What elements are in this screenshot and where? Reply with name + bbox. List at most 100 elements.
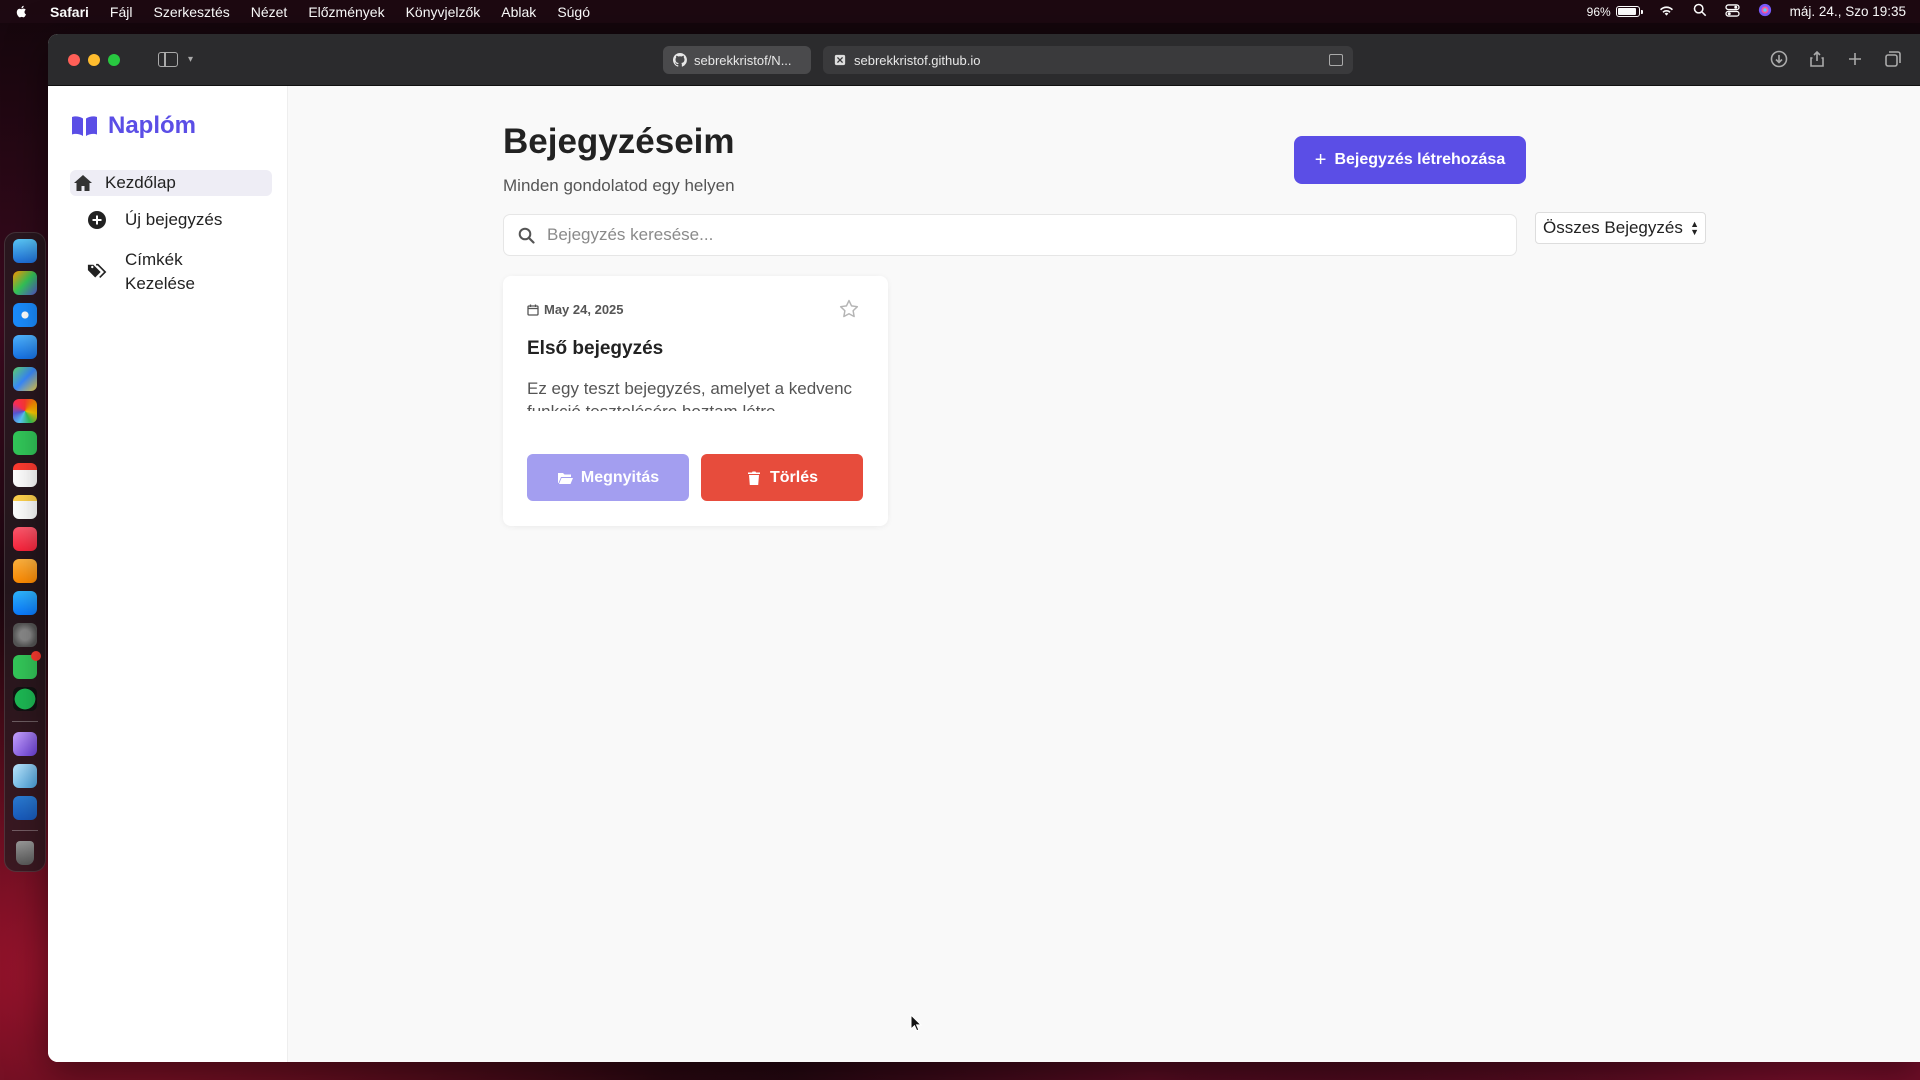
brand-logo[interactable]: Naplóm — [71, 112, 287, 140]
pages-icon[interactable] — [13, 559, 37, 583]
music-icon[interactable] — [13, 527, 37, 551]
app-sidebar: Naplóm Kezdőlap Új bejegyzés Címkék Keze… — [48, 86, 288, 1062]
menu-view[interactable]: Nézet — [251, 4, 288, 20]
browser-toolbar: ▾ sebrekkristof/N... sebrekkristof.githu… — [48, 34, 1920, 86]
search-icon — [518, 227, 535, 244]
brand-name: Naplóm — [108, 112, 197, 139]
create-entry-label: Bejegyzés létrehozása — [1334, 151, 1506, 168]
search-bar — [503, 214, 1517, 256]
filter-selected-value: Összes Bejegyzés — [1543, 218, 1683, 237]
entry-date: May 24, 2025 — [527, 302, 624, 317]
create-entry-button[interactable]: + Bejegyzés létrehozása — [1294, 136, 1526, 184]
web-content: Naplóm Kezdőlap Új bejegyzés Címkék Keze… — [48, 86, 1920, 1062]
home-icon — [74, 175, 92, 191]
main-content: Bejegyzéseim Minden gondolatod egy helye… — [288, 86, 1920, 1062]
battery-status[interactable]: 96% — [1586, 4, 1643, 19]
sidebar-item-home[interactable]: Kezdőlap — [70, 170, 272, 196]
dock-separator — [12, 830, 38, 831]
tab-active-site[interactable]: sebrekkristof.github.io — [823, 46, 1353, 74]
calendar-icon[interactable] — [13, 463, 37, 487]
toolbar-actions — [1770, 50, 1902, 68]
close-window-button[interactable] — [68, 53, 80, 66]
downloads-icon[interactable] — [1770, 50, 1788, 68]
menubar-clock[interactable]: máj. 24., Szo 19:35 — [1790, 4, 1906, 19]
menu-window[interactable]: Ablak — [501, 4, 536, 20]
preview-icon[interactable] — [13, 764, 37, 788]
visual-studio-icon[interactable] — [13, 732, 37, 756]
open-entry-button[interactable]: Megnyitás — [527, 454, 689, 501]
battery-percent: 96% — [1586, 4, 1611, 19]
window-controls — [68, 53, 120, 66]
minimize-window-button[interactable] — [88, 53, 100, 66]
photos-icon[interactable] — [13, 399, 37, 423]
favorite-star-icon[interactable] — [838, 298, 860, 320]
chevron-down-icon[interactable]: ▾ — [188, 54, 193, 65]
book-open-icon — [72, 116, 97, 136]
facetime-icon[interactable] — [13, 431, 37, 455]
battery-icon — [1615, 6, 1643, 17]
trash-icon — [747, 471, 760, 485]
wifi-icon[interactable] — [1658, 4, 1675, 20]
dock — [4, 232, 46, 872]
mouse-cursor-icon — [910, 1014, 922, 1032]
sidebar-item-label: Új bejegyzés — [125, 210, 223, 229]
tab-title: sebrekkristof.github.io — [854, 52, 981, 68]
sidebar-nav: Kezdőlap Új bejegyzés Címkék Kezelése — [48, 170, 287, 296]
sidebar-item-label: Kezdőlap — [105, 173, 176, 192]
menu-bar: Safari Fájl Szerkesztés Nézet Előzmények… — [0, 0, 1920, 23]
notes-icon[interactable] — [13, 495, 37, 519]
entry-title: Első bejegyzés — [527, 338, 664, 359]
tab-title: sebrekkristof/N... — [694, 52, 792, 68]
sidebar-toggle-icon[interactable] — [158, 52, 178, 67]
site-favicon-icon — [833, 53, 847, 67]
menu-help[interactable]: Súgó — [557, 4, 590, 20]
mail-icon[interactable] — [13, 335, 37, 359]
menu-history[interactable]: Előzmények — [308, 4, 384, 20]
open-entry-label: Megnyitás — [580, 468, 660, 486]
share-icon[interactable] — [1808, 50, 1826, 68]
launchpad-icon[interactable] — [13, 271, 37, 295]
calendar-icon — [527, 304, 539, 316]
browser-window: ▾ sebrekkristof/N... sebrekkristof.githu… — [48, 34, 1920, 1062]
delete-entry-button[interactable]: Törlés — [701, 454, 863, 501]
finder-icon[interactable] — [13, 239, 37, 263]
entry-filter-select[interactable]: Összes Bejegyzés ▲ ▼ — [1535, 212, 1706, 244]
siri-icon[interactable] — [1758, 3, 1772, 20]
sidebar-item-manage-tags[interactable]: Címkék Kezelése — [87, 248, 287, 296]
tags-icon — [87, 263, 107, 279]
page-title: Bejegyzéseim — [503, 122, 735, 161]
trash-icon[interactable] — [16, 841, 34, 865]
reader-mode-icon[interactable] — [1329, 54, 1343, 66]
notification-badge — [31, 651, 41, 661]
plus-icon: + — [1314, 149, 1327, 171]
maps-icon[interactable] — [13, 367, 37, 391]
apple-icon[interactable] — [14, 4, 30, 20]
search-input[interactable] — [547, 225, 1447, 245]
menu-file[interactable]: Fájl — [110, 4, 133, 20]
tab-overview-icon[interactable] — [1884, 50, 1902, 68]
messages-icon[interactable] — [13, 651, 41, 679]
new-tab-icon[interactable] — [1846, 50, 1864, 68]
entry-excerpt: Ez egy teszt bejegyzés, amelyet a kedven… — [527, 379, 853, 411]
system-settings-icon[interactable] — [13, 623, 37, 647]
menu-app-name[interactable]: Safari — [50, 4, 89, 20]
safari-icon[interactable] — [13, 303, 37, 327]
github-icon — [673, 53, 687, 67]
dock-separator — [12, 721, 38, 722]
app-store-icon[interactable] — [13, 591, 37, 615]
control-center-icon[interactable] — [1725, 3, 1740, 20]
page-subtitle: Minden gondolatod egy helyen — [503, 176, 735, 195]
spotify-icon[interactable] — [13, 687, 37, 711]
spotlight-icon[interactable] — [1693, 3, 1707, 20]
sidebar-item-new-entry[interactable]: Új bejegyzés — [87, 210, 287, 230]
entry-date-text: May 24, 2025 — [544, 302, 624, 317]
select-arrows-icon: ▲ ▼ — [1690, 219, 1699, 237]
plus-circle-icon — [88, 211, 106, 229]
menu-bookmarks[interactable]: Könyvjelzők — [406, 4, 481, 20]
entry-card: May 24, 2025 Első bejegyzés Ez egy teszt… — [503, 276, 888, 526]
zoom-window-button[interactable] — [108, 53, 120, 66]
menu-edit[interactable]: Szerkesztés — [153, 4, 229, 20]
sidebar-item-label: Címkék Kezelése — [125, 250, 195, 293]
tab-github[interactable]: sebrekkristof/N... — [663, 46, 811, 74]
word-icon[interactable] — [13, 796, 37, 820]
